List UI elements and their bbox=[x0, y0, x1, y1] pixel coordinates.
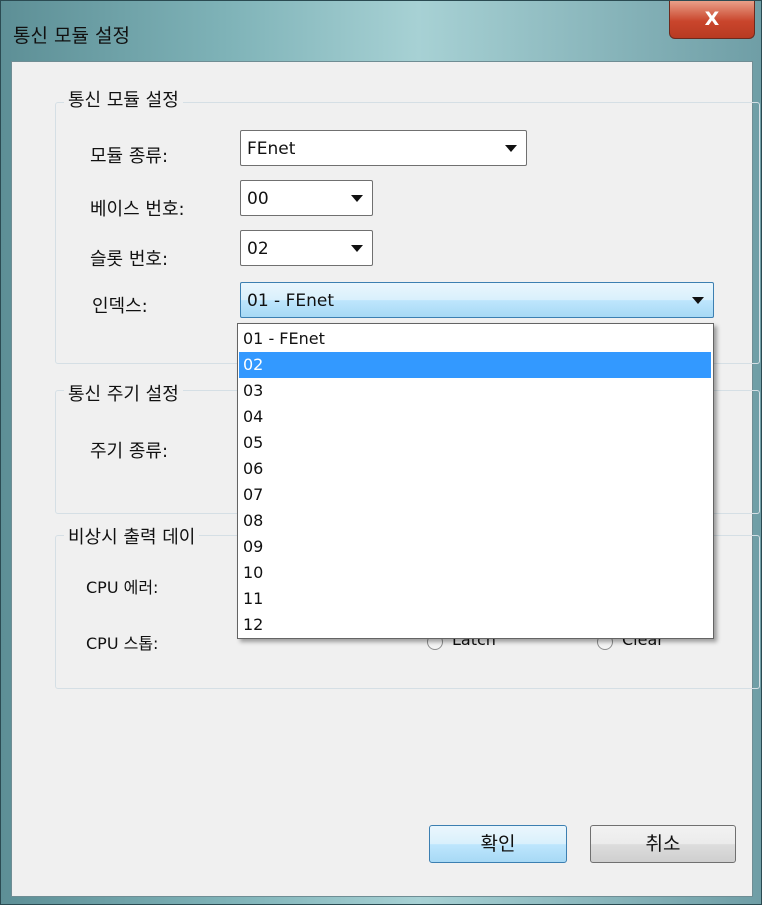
module-settings-group-title: 통신 모듈 설정 bbox=[64, 86, 183, 112]
module-type-label: 모듈 종류: bbox=[90, 146, 169, 167]
dropdown-option[interactable]: 05 bbox=[239, 430, 711, 456]
module-type-value: FEnet bbox=[247, 139, 296, 159]
dialog-window: 통신 모듈 설정 X 통신 모듈 설정 모듈 종류: FEnet 베이스 번호:… bbox=[0, 0, 762, 905]
close-icon: X bbox=[704, 8, 720, 30]
ok-button[interactable]: 확인 bbox=[429, 825, 567, 863]
index-label: 인덱스: bbox=[92, 296, 148, 317]
base-number-label: 베이스 번호: bbox=[90, 199, 185, 220]
cycle-settings-group-title: 통신 주기 설정 bbox=[64, 380, 183, 406]
base-number-value: 00 bbox=[247, 189, 269, 209]
slot-number-value: 02 bbox=[247, 239, 269, 259]
dropdown-option[interactable]: 08 bbox=[239, 508, 711, 534]
dropdown-option-selected[interactable]: 02 bbox=[239, 352, 711, 378]
dropdown-option[interactable]: 01 - FEnet bbox=[239, 326, 711, 352]
dropdown-option[interactable]: 04 bbox=[239, 404, 711, 430]
chevron-down-icon bbox=[351, 195, 363, 202]
dropdown-option[interactable]: 11 bbox=[239, 586, 711, 612]
close-button[interactable]: X bbox=[669, 1, 755, 39]
emergency-output-group-title: 비상시 출력 데이 bbox=[64, 523, 200, 549]
cpu-stop-label: CPU 스톱: bbox=[86, 634, 159, 653]
base-number-select[interactable]: 00 bbox=[240, 180, 373, 216]
dropdown-option[interactable]: 09 bbox=[239, 534, 711, 560]
module-type-select[interactable]: FEnet bbox=[240, 130, 527, 166]
dropdown-option[interactable]: 12 bbox=[239, 612, 711, 638]
title-bar[interactable]: 통신 모듈 설정 X bbox=[1, 1, 762, 61]
cpu-error-label: CPU 에러: bbox=[86, 578, 159, 597]
cancel-button[interactable]: 취소 bbox=[590, 825, 736, 863]
index-dropdown-list[interactable]: 01 - FEnet 02 03 04 05 06 07 08 09 10 11… bbox=[237, 323, 714, 639]
dropdown-option[interactable]: 06 bbox=[239, 456, 711, 482]
chevron-down-icon bbox=[692, 297, 704, 304]
chevron-down-icon bbox=[505, 145, 517, 152]
window-title: 통신 모듈 설정 bbox=[13, 25, 130, 47]
index-value: 01 - FEnet bbox=[247, 291, 334, 311]
cycle-type-label: 주기 종류: bbox=[90, 441, 169, 462]
slot-number-label: 슬롯 번호: bbox=[90, 249, 169, 270]
dropdown-option[interactable]: 07 bbox=[239, 482, 711, 508]
dropdown-option[interactable]: 03 bbox=[239, 378, 711, 404]
dropdown-option[interactable]: 10 bbox=[239, 560, 711, 586]
slot-number-select[interactable]: 02 bbox=[240, 230, 373, 266]
index-select[interactable]: 01 - FEnet bbox=[240, 282, 714, 318]
chevron-down-icon bbox=[351, 245, 363, 252]
